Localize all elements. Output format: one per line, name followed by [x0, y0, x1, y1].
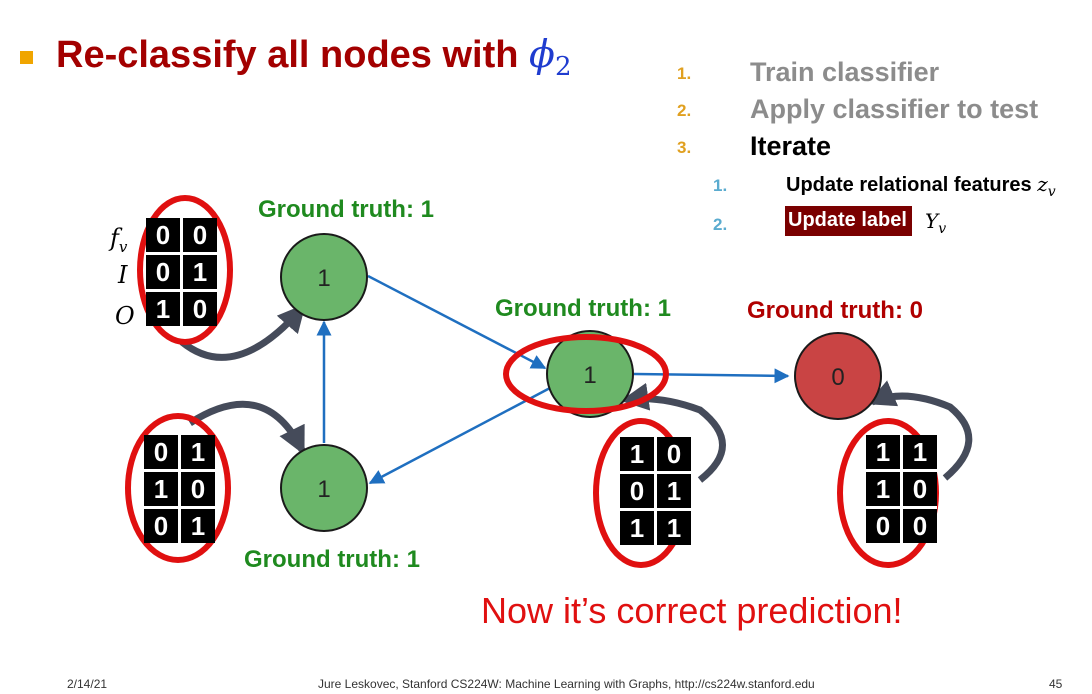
matrix-cell: 0 — [183, 292, 217, 326]
footer-credit: Jure Leskovec, Stanford CS224W: Machine … — [318, 677, 815, 691]
matrix-cell: 0 — [903, 472, 937, 506]
node-right-label: 0 — [831, 364, 844, 391]
ground-truth-bottom-left: Ground truth: 1 — [244, 546, 420, 573]
matrix-cell: 0 — [144, 509, 178, 543]
conclusion-text: Now it’s correct prediction! — [481, 590, 903, 631]
ground-truth-middle: Ground truth: 1 — [495, 295, 671, 322]
matrix-cell: 1 — [620, 437, 654, 471]
matrix-cell: 1 — [183, 255, 217, 289]
matrix-cell: 0 — [146, 218, 180, 252]
ground-truth-top-left: Ground truth: 1 — [258, 196, 434, 223]
node-middle-label: 1 — [583, 362, 596, 389]
matrix-cell: 0 — [866, 509, 900, 543]
matrix-cell: 1 — [657, 474, 691, 508]
edge-middle-to-right — [633, 368, 790, 384]
matrix-bottom-left: 0 1 1 0 0 1 — [144, 435, 215, 543]
feature-label-i: I — [118, 261, 128, 289]
matrix-cell: 0 — [183, 218, 217, 252]
node-bottom-left-label: 1 — [317, 476, 330, 503]
matrix-cell: 1 — [181, 509, 215, 543]
matrix-cell: 0 — [181, 472, 215, 506]
matrix-cell: 1 — [866, 472, 900, 506]
matrix-cell: 1 — [903, 435, 937, 469]
matrix-top-left: 0 0 0 1 1 0 — [146, 218, 217, 326]
matrix-cell: 0 — [620, 474, 654, 508]
matrix-cell: 0 — [144, 435, 178, 469]
ground-truth-right: Ground truth: 0 — [747, 297, 923, 324]
matrix-cell: 0 — [146, 255, 180, 289]
matrix-cell: 1 — [620, 511, 654, 545]
matrix-cell: 0 — [657, 437, 691, 471]
footer-page-number: 45 — [1049, 677, 1063, 691]
matrix-middle: 1 0 0 1 1 1 — [620, 437, 691, 545]
footer-date: 2/14/21 — [67, 677, 108, 691]
matrix-cell: 1 — [657, 511, 691, 545]
feature-label-o: O — [115, 302, 135, 330]
node-top-left-label: 1 — [317, 265, 330, 292]
matrix-right: 1 1 1 0 0 0 — [866, 435, 937, 543]
matrix-cell: 1 — [146, 292, 180, 326]
edge-middle-to-bottomleft — [368, 386, 551, 485]
matrix-cell: 1 — [144, 472, 178, 506]
feature-label-f: fv — [110, 224, 128, 256]
matrix-cell: 0 — [903, 509, 937, 543]
matrix-cell: 1 — [181, 435, 215, 469]
matrix-cell: 1 — [866, 435, 900, 469]
